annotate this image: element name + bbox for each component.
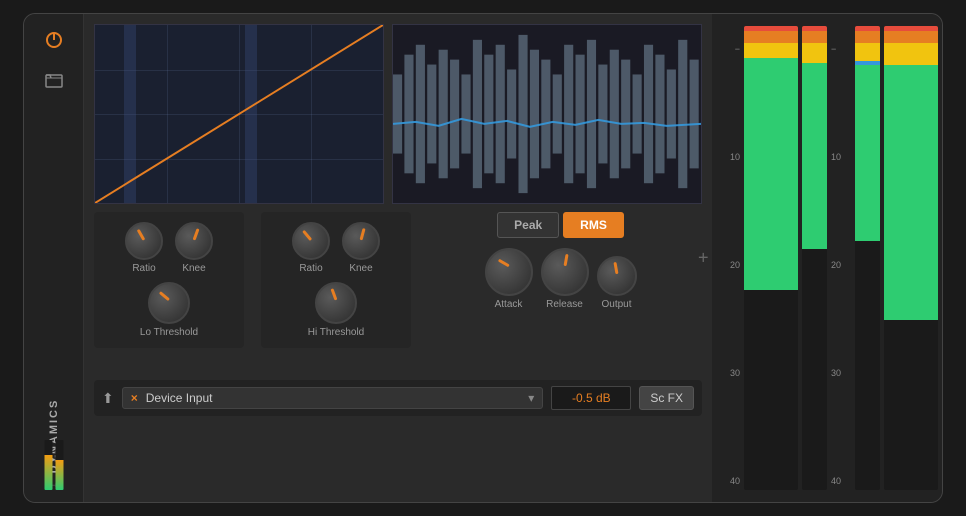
scale-label-10-r: 10 [831,152,855,162]
hi-ratio-group: Ratio [292,222,330,274]
lo-knee-group: Knee [175,222,213,274]
top-row [94,24,702,204]
lo-knee-label: Knee [182,263,205,274]
hi-ratio-label: Ratio [299,263,322,274]
dyn-knobs-row: Attack Release Output [419,248,702,310]
attack-group: Attack [485,248,533,310]
hi-section: Ratio Knee Hi Threshold [261,212,411,348]
mini-meter-2 [55,440,63,490]
device-icon: ⬆ [102,390,114,407]
left-meter-scale: − 10 20 30 40 [716,22,744,494]
dropdown-arrow-icon: ▾ [528,391,534,405]
rms-button[interactable]: RMS [563,212,624,238]
left-sidebar: DYNAMICS ⠿ → [24,14,84,502]
hi-threshold-group: Hi Threshold [308,282,365,338]
mini-meter-1 [44,440,52,490]
lo-ratio-label: Ratio [132,263,155,274]
meter-2-container [802,26,827,490]
lo-ratio-knob[interactable] [125,222,163,260]
scale-label-20-r: 20 [831,260,855,270]
hi-ratio-knob[interactable] [292,222,330,260]
scale-label-30-l: 30 [716,368,740,378]
lo-knee-knob[interactable] [175,222,213,260]
output-group: Output [597,256,637,310]
attack-knob[interactable] [485,248,533,296]
release-label: Release [546,299,583,310]
lo-threshold-knob[interactable] [148,282,190,324]
peak-rms-row: Peak RMS [419,212,702,238]
file-icon[interactable] [40,66,68,94]
release-group: Release [541,248,589,310]
release-knob[interactable] [541,248,589,296]
right-meter-scale: − 10 20 30 40 [827,22,855,494]
bottom-bar: ⬆ × Device Input ▾ -0.5 dB Sc FX [94,380,702,416]
device-label: Device Input [146,391,213,405]
meter-4-container [884,26,938,490]
meter-4-track [884,26,938,490]
add-left-button[interactable]: + [698,248,709,269]
db-display: -0.5 dB [551,386,631,410]
attack-label: Attack [495,299,523,310]
sc-fx-button[interactable]: Sc FX [639,386,694,410]
left-meters-group [744,22,827,494]
scale-label-30-r: 30 [831,368,855,378]
output-label: Output [601,299,631,310]
hi-threshold-label: Hi Threshold [308,327,365,338]
device-select[interactable]: × Device Input ▾ [122,387,544,409]
hi-knob-row: Ratio Knee [292,222,380,274]
output-knob[interactable] [597,256,637,296]
meter-3-container [855,26,880,490]
right-meters-group [855,22,938,494]
meter-2-track [802,26,827,490]
scale-label-dash-r: − [831,44,855,54]
close-button[interactable]: × [131,391,138,405]
meter-1-container [744,26,798,490]
hi-knee-group: Knee [342,222,380,274]
waveform-graph [392,24,702,204]
scale-label-40-r: 40 [831,476,855,486]
scale-label-40-l: 40 [716,476,740,486]
peak-button[interactable]: Peak [497,212,559,238]
main-content: Ratio Knee Lo Threshold [84,14,712,502]
lo-knob-row: Ratio Knee [125,222,213,274]
power-icon[interactable] [40,26,68,54]
transfer-graph [94,24,384,204]
dynamics-section: Peak RMS Attack Release Output [419,212,702,310]
right-meters: + + − 10 20 30 40 [712,14,942,502]
lo-threshold-group: Lo Threshold [140,282,198,338]
meter-3-track [855,26,880,490]
controls-row: Ratio Knee Lo Threshold [94,212,702,372]
lo-section: Ratio Knee Lo Threshold [94,212,244,348]
plugin-container: DYNAMICS ⠿ → [23,13,943,503]
lo-threshold-label: Lo Threshold [140,327,198,338]
lo-ratio-group: Ratio [125,222,163,274]
hi-threshold-knob[interactable] [315,282,357,324]
scale-label-20-l: 20 [716,260,740,270]
hi-knee-knob[interactable] [342,222,380,260]
scale-label-dash-l: − [716,44,740,54]
meter-1-track [744,26,798,490]
hi-knee-label: Knee [349,263,372,274]
scale-label-10-l: 10 [716,152,740,162]
